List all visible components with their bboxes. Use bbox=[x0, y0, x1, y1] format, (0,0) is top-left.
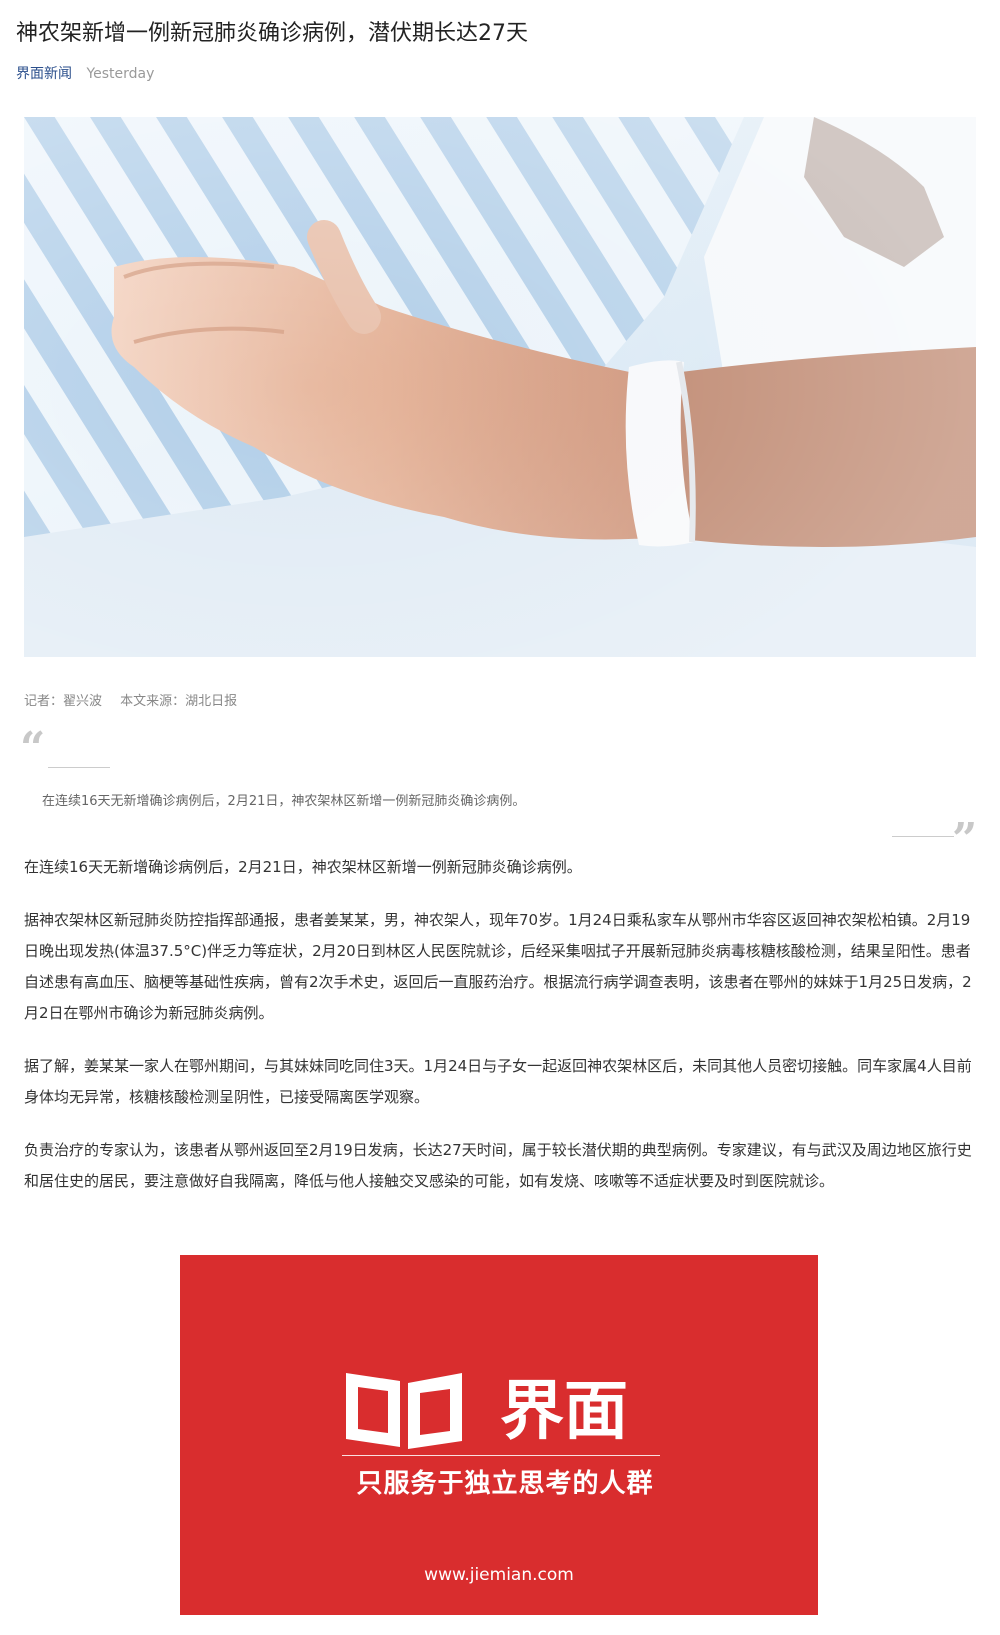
paragraph: 据神农架林区新冠肺炎防控指挥部通报，患者姜某某，男，神农架人，现年70岁。1月2… bbox=[24, 911, 972, 1022]
publish-date: Yesterday bbox=[86, 66, 155, 82]
article-origin: 本文来源：湖北日报 bbox=[120, 694, 238, 709]
jiemian-ad-banner[interactable]: 界面 只服务于独立思考的人群 www.jiemian.com bbox=[180, 1255, 818, 1615]
paragraph: 在连续16天无新增确诊病例后，2月21日，神农架林区新增一例新冠肺炎确诊病例。 bbox=[24, 858, 582, 876]
article-title: 神农架新增一例新冠肺炎确诊病例，潜伏期长达27天 bbox=[16, 21, 528, 46]
byline: 记者：翟兴波 本文来源：湖北日报 bbox=[24, 690, 237, 714]
quote-divider-top bbox=[48, 767, 110, 768]
article-body: 在连续16天无新增确诊病例后，2月21日，神农架林区新增一例新冠肺炎确诊病例。 … bbox=[24, 852, 976, 1219]
paragraph: 负责治疗的专家认为，该患者从鄂州返回至2月19日发病，长达27天时间，属于较长潜… bbox=[24, 1141, 972, 1190]
svg-text:界面: 界面 bbox=[500, 1375, 628, 1447]
hero-image bbox=[24, 117, 976, 657]
ad-divider bbox=[342, 1455, 660, 1456]
reporter-name: 记者：翟兴波 bbox=[24, 694, 103, 709]
quote-divider-bottom bbox=[892, 836, 954, 837]
ad-url[interactable]: www.jiemian.com bbox=[180, 1563, 818, 1587]
article-meta: 界面新闻 Yesterday bbox=[16, 62, 154, 86]
jiemian-logo-icon: 界面 bbox=[346, 1373, 628, 1449]
hospital-hand-photo bbox=[24, 117, 976, 657]
pull-quote: 在连续16天无新增确诊病例后，2月21日，神农架林区新增一例新冠肺炎确诊病例。 bbox=[42, 794, 526, 809]
ad-slogan: 只服务于独立思考的人群 bbox=[356, 1469, 654, 1499]
paragraph: 据了解，姜某某一家人在鄂州期间，与其妹妹同吃同住3天。1月24日与子女一起返回神… bbox=[24, 1057, 972, 1106]
source-link[interactable]: 界面新闻 bbox=[16, 66, 72, 82]
open-quote-icon: “ bbox=[20, 723, 46, 774]
